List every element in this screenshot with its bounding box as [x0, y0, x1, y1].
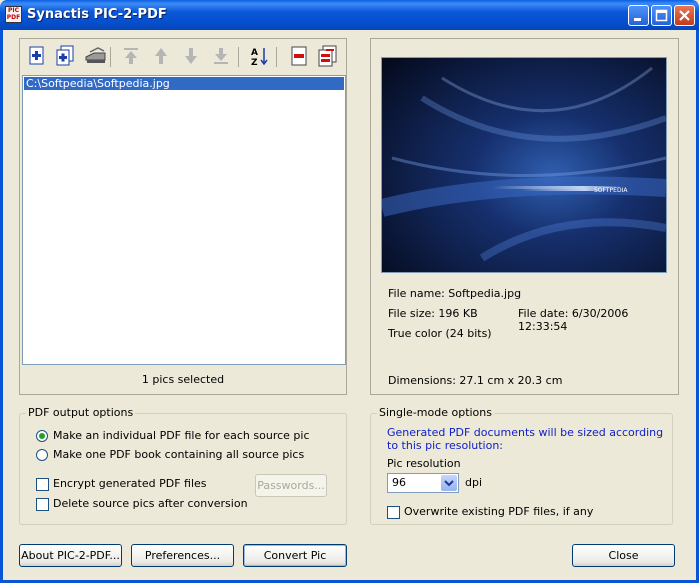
individual-pdf-radio[interactable] — [36, 430, 48, 442]
group-title: Single-mode options — [377, 406, 494, 419]
preview-panel: SOFTPEDIA File name: Softpedia.jpg File … — [370, 38, 679, 395]
source-pics-panel: AZ C:\Softpedia\Softpedia.jpg 1 pics sel… — [19, 38, 347, 395]
close-icon — [679, 10, 690, 21]
svg-text:Z: Z — [251, 58, 258, 67]
move-top-button[interactable] — [120, 45, 142, 67]
group-title: PDF output options — [26, 406, 136, 419]
pdf-output-options-group: PDF output options Make an individual PD… — [19, 406, 347, 525]
maximize-button[interactable] — [651, 5, 672, 26]
overwrite-label[interactable]: Overwrite existing PDF files, if any — [404, 505, 593, 518]
individual-pdf-label[interactable]: Make an individual PDF file for each sou… — [53, 429, 310, 442]
move-up-icon — [155, 48, 167, 64]
minimize-icon — [634, 18, 641, 21]
move-up-button[interactable] — [150, 45, 172, 67]
preview-wallpaper: SOFTPEDIA — [382, 58, 666, 272]
remove-all-button[interactable] — [316, 45, 338, 67]
selection-status: 1 pics selected — [141, 373, 225, 386]
minimize-button[interactable] — [628, 5, 649, 26]
toolbar-separator — [276, 47, 277, 67]
scanner-button[interactable] — [84, 45, 106, 67]
passwords-button[interactable]: Passwords... — [255, 474, 327, 497]
remove-all-icon — [318, 45, 337, 67]
delete-source-label[interactable]: Delete source pics after conversion — [53, 497, 248, 510]
close-button[interactable]: Close — [572, 544, 675, 567]
app-window: PIC PDF Synactis PIC-2-PDF A Z C:\Softpe… — [0, 0, 699, 583]
delete-source-checkbox[interactable] — [36, 498, 49, 511]
resolution-value: 96 — [392, 476, 406, 489]
app-icon: PIC PDF — [5, 6, 22, 23]
toolbar: AZ — [22, 41, 346, 71]
overwrite-checkbox[interactable] — [387, 506, 400, 519]
encrypt-checkbox[interactable] — [36, 478, 49, 491]
chevron-down-icon — [444, 480, 454, 487]
pdf-book-radio[interactable] — [36, 449, 48, 461]
preferences-button[interactable]: Preferences... — [131, 544, 234, 567]
file-size-label: File size: 196 KB — [388, 307, 478, 320]
window-border-left — [0, 30, 3, 583]
maximize-icon — [655, 9, 668, 22]
pdf-book-label[interactable]: Make one PDF book containing all source … — [53, 448, 304, 461]
resolution-note: Generated PDF documents will be sized ac… — [387, 426, 664, 452]
resolution-label: Pic resolution — [387, 457, 461, 470]
sort-az-icon: AZ — [251, 48, 268, 68]
about-button[interactable]: About PIC-2-PDF... — [19, 544, 122, 567]
add-folder-button[interactable] — [54, 45, 76, 67]
move-top-icon — [124, 48, 138, 64]
remove-icon — [291, 46, 307, 66]
file-name-label: File name: Softpedia.jpg — [388, 287, 522, 300]
add-file-button[interactable] — [26, 45, 48, 67]
svg-text:A: A — [251, 48, 258, 58]
scanner-icon — [85, 47, 106, 63]
move-bottom-button[interactable] — [210, 45, 232, 67]
color-depth-label: True color (24 bits) — [388, 327, 492, 340]
toolbar-separator — [238, 47, 239, 67]
window-title: Synactis PIC-2-PDF — [27, 7, 167, 22]
close-window-button[interactable] — [674, 5, 695, 26]
preview-caption: SOFTPEDIA — [594, 187, 628, 194]
resolution-select[interactable]: 96 — [387, 473, 459, 493]
dpi-unit: dpi — [465, 476, 483, 489]
remove-button[interactable] — [288, 45, 310, 67]
encrypt-label[interactable]: Encrypt generated PDF files — [53, 477, 207, 490]
convert-button[interactable]: Convert Pic — [243, 544, 347, 567]
dimensions-label: Dimensions: 27.1 cm x 20.3 cm — [388, 374, 563, 387]
single-mode-options-group: Single-mode options Generated PDF docume… — [370, 406, 673, 525]
preview-image: SOFTPEDIA — [381, 57, 667, 273]
toolbar-separator — [110, 47, 111, 67]
dropdown-button[interactable] — [441, 475, 457, 491]
move-down-button[interactable] — [180, 45, 202, 67]
title-bar[interactable]: PIC PDF Synactis PIC-2-PDF — [0, 0, 699, 30]
add-file-icon — [29, 46, 44, 65]
list-item[interactable]: C:\Softpedia\Softpedia.jpg — [24, 77, 344, 90]
file-list[interactable]: C:\Softpedia\Softpedia.jpg — [22, 75, 346, 365]
sort-button[interactable]: AZ — [248, 45, 270, 68]
add-folder-icon — [56, 45, 74, 66]
move-bottom-icon — [214, 48, 228, 64]
move-down-icon — [185, 48, 197, 64]
file-date-label: File date: 6/30/2006 12:33:54 — [518, 307, 629, 333]
